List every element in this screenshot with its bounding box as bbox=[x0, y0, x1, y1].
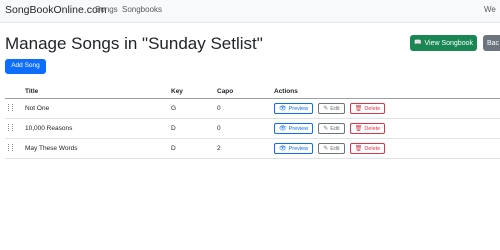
edit-label: Edit bbox=[330, 125, 340, 132]
table-row: 10,000 Reasons D 0 👁 Preview ✎ Edit 🗑 Delete bbox=[5, 118, 500, 139]
nav-link-songs[interactable]: Songs bbox=[95, 5, 118, 14]
brand-link[interactable]: SongBookOnline.com bbox=[5, 4, 107, 16]
song-capo: 2 bbox=[214, 138, 271, 159]
drag-handle[interactable] bbox=[5, 138, 22, 159]
delete-button[interactable]: 🗑 Delete bbox=[349, 103, 386, 114]
top-navbar: SongBookOnline.com Songs Songbooks We bbox=[0, 0, 500, 23]
delete-button[interactable]: 🗑 Delete bbox=[349, 143, 386, 154]
preview-label: Preview bbox=[288, 105, 309, 112]
song-key: G bbox=[168, 98, 214, 119]
eye-icon: 👁 bbox=[279, 105, 287, 112]
preview-label: Preview bbox=[288, 125, 309, 132]
page-title: Manage Songs in "Sunday Setlist" bbox=[5, 34, 263, 53]
song-capo: 0 bbox=[214, 98, 271, 119]
edit-button[interactable]: ✎ Edit bbox=[318, 123, 345, 134]
welcome-text: We bbox=[484, 5, 496, 14]
table-header-row: Title Key Capo Actions bbox=[5, 84, 500, 99]
pencil-icon: ✎ bbox=[323, 125, 329, 132]
header-key: Key bbox=[168, 84, 214, 99]
song-key: D bbox=[168, 138, 214, 159]
edit-label: Edit bbox=[330, 145, 340, 152]
header-title: Title bbox=[22, 84, 168, 99]
view-songbook-button[interactable]: 📖 View Songbook bbox=[410, 35, 477, 51]
add-song-button[interactable]: Add Song bbox=[5, 59, 46, 74]
pencil-icon: ✎ bbox=[323, 145, 329, 152]
header-handle bbox=[5, 84, 22, 99]
preview-button[interactable]: 👁 Preview bbox=[274, 143, 314, 154]
song-capo: 0 bbox=[214, 118, 271, 139]
actions-cell: 👁 Preview ✎ Edit 🗑 Delete bbox=[271, 138, 500, 159]
trash-icon: 🗑 bbox=[354, 145, 363, 152]
header-actions: Actions bbox=[271, 84, 500, 99]
edit-label: Edit bbox=[330, 105, 340, 112]
song-title: Not One bbox=[22, 98, 168, 119]
nav-link-songbooks[interactable]: Songbooks bbox=[122, 5, 162, 14]
song-title: May These Words bbox=[22, 138, 168, 159]
preview-button[interactable]: 👁 Preview bbox=[274, 103, 314, 114]
eye-icon: 👁 bbox=[279, 125, 287, 132]
edit-button[interactable]: ✎ Edit bbox=[318, 143, 345, 154]
trash-icon: 🗑 bbox=[354, 125, 363, 132]
drag-handle-icon bbox=[8, 144, 13, 151]
song-key: D bbox=[168, 118, 214, 139]
back-button[interactable]: Bac bbox=[483, 35, 500, 51]
edit-button[interactable]: ✎ Edit bbox=[318, 103, 345, 114]
drag-handle-icon bbox=[8, 104, 13, 111]
drag-handle[interactable] bbox=[5, 98, 22, 119]
actions-cell: 👁 Preview ✎ Edit 🗑 Delete bbox=[271, 98, 500, 119]
table-row: May These Words D 2 👁 Preview ✎ Edit 🗑 Delete bbox=[5, 138, 500, 159]
delete-label: Delete bbox=[364, 105, 381, 112]
song-title: 10,000 Reasons bbox=[22, 118, 168, 139]
preview-label: Preview bbox=[288, 145, 309, 152]
header-capo: Capo bbox=[214, 84, 271, 99]
back-label: Bac bbox=[487, 39, 500, 47]
view-songbook-label: View Songbook bbox=[424, 39, 473, 47]
preview-button[interactable]: 👁 Preview bbox=[274, 123, 314, 134]
drag-handle-icon bbox=[8, 124, 13, 131]
trash-icon: 🗑 bbox=[354, 105, 363, 112]
delete-button[interactable]: 🗑 Delete bbox=[349, 123, 386, 134]
table-row: Not One G 0 👁 Preview ✎ Edit 🗑 Delete bbox=[5, 98, 500, 119]
eye-icon: 👁 bbox=[279, 145, 287, 152]
delete-label: Delete bbox=[364, 145, 381, 152]
delete-label: Delete bbox=[364, 125, 381, 132]
songs-table: Title Key Capo Actions Not One G 0 👁 Prev… bbox=[5, 84, 500, 159]
book-icon: 📖 bbox=[413, 40, 422, 46]
drag-handle[interactable] bbox=[5, 118, 22, 139]
pencil-icon: ✎ bbox=[323, 105, 329, 112]
actions-cell: 👁 Preview ✎ Edit 🗑 Delete bbox=[271, 118, 500, 139]
